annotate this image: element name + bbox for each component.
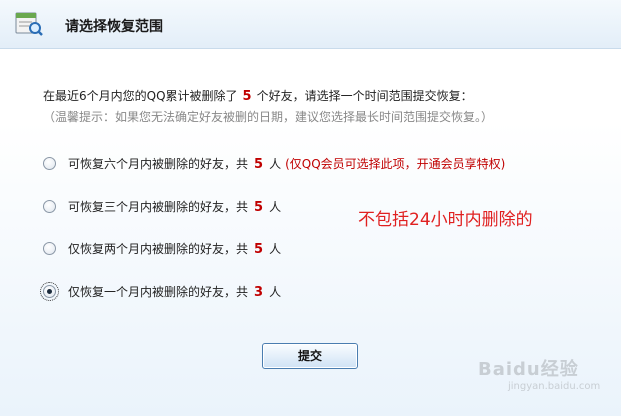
option-count: 3 [254, 285, 264, 300]
watermark-url: jingyan.baidu.com [508, 381, 601, 392]
option-count: 5 [254, 242, 264, 257]
dialog-content: 在最近6个月内您的QQ累计被删除了 5 个好友，请选择一个时间范围提交恢复： （温馨… [0, 49, 621, 416]
option-label: 可恢复六个月内被删除的好友，共 [68, 157, 249, 171]
option-label: 可恢复三个月内被删除的好友，共 [68, 200, 249, 214]
radio-one-month[interactable] [40, 282, 59, 301]
dialog-title: 请选择恢复范围 [65, 19, 163, 35]
radio-two-months[interactable] [43, 242, 56, 255]
radio-three-months[interactable] [43, 200, 56, 213]
option-unit: 人 [269, 157, 282, 171]
option-unit: 人 [269, 285, 282, 299]
deleted-count: 5 [242, 89, 252, 104]
intro-text: 在最近6个月内您的QQ累计被删除了 5 个好友，请选择一个时间范围提交恢复： [43, 87, 473, 104]
option-unit: 人 [269, 242, 282, 256]
dialog-header: 请选择恢复范围 [0, 0, 621, 49]
baidu-watermark: Baidu经验 jingyan.baidu.com [478, 355, 600, 392]
watermark-brand: Baidu经验 [478, 359, 579, 380]
calendar-search-icon [15, 12, 43, 36]
submit-button[interactable]: 提交 [262, 343, 358, 369]
hint-text: （温馨提示：如果您无法确定好友被删的日期，建议您选择最长时间范围提交恢复。） [43, 110, 494, 124]
option-count: 5 [254, 200, 264, 215]
option-label: 仅恢复两个月内被删除的好友，共 [68, 242, 249, 256]
option-unit: 人 [269, 200, 282, 214]
vip-note: (仅QQ会员可选择此项，开通会员享特权) [285, 157, 506, 171]
intro-prefix: 在最近6个月内您的QQ累计被删除了 [43, 89, 238, 103]
intro-suffix: 个好友，请选择一个时间范围提交恢复： [256, 89, 473, 103]
radio-six-months[interactable] [43, 157, 56, 170]
option-label: 仅恢复一个月内被删除的好友，共 [68, 285, 249, 299]
option-count: 5 [254, 157, 264, 172]
annotation-text: 不包括24小时内删除的 [358, 210, 533, 230]
